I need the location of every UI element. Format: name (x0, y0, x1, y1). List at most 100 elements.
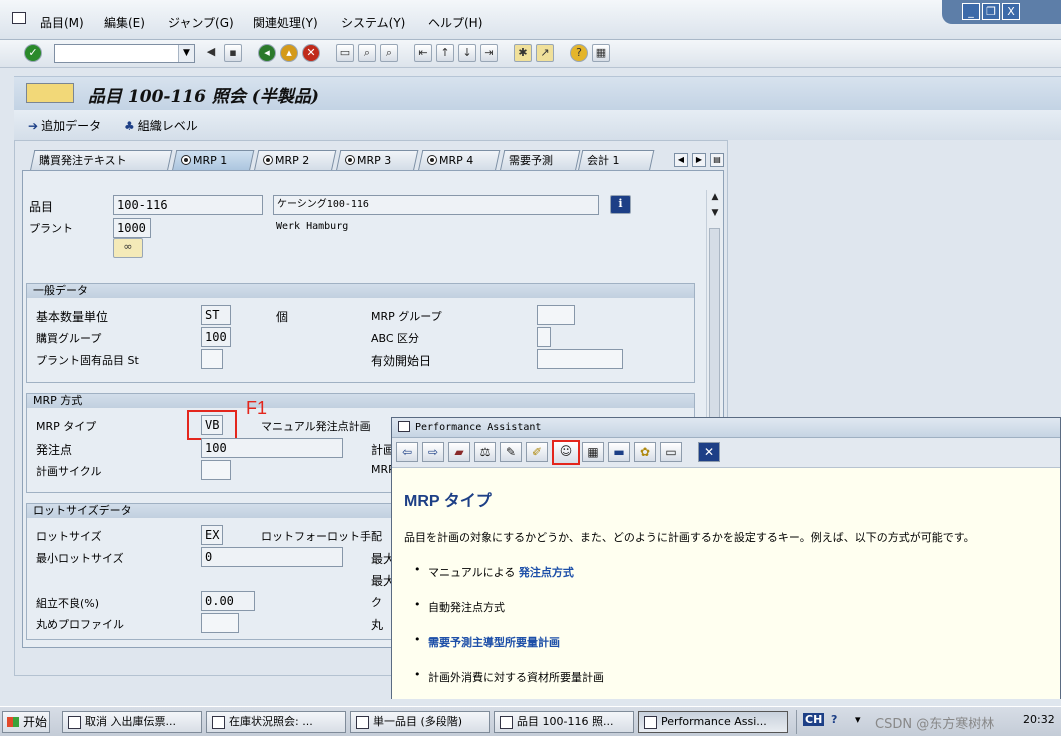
additional-data-button[interactable]: ➔ 追加データ (28, 117, 101, 134)
minimize-button[interactable]: _ (962, 3, 980, 20)
tab-label: MRP 1 (193, 154, 228, 167)
history-back-icon[interactable]: ◀ (202, 44, 220, 62)
user-help-icon[interactable]: ☺ (552, 440, 580, 465)
tab-label: MRP 2 (275, 154, 310, 167)
enter-icon[interactable]: ✓ (24, 44, 42, 62)
tab-mrp3[interactable]: MRP 3 (335, 150, 419, 172)
glasses-icon[interactable]: ∞ (113, 238, 143, 258)
cancel-icon[interactable]: ✕ (302, 44, 320, 62)
tab-list-icon[interactable]: ▤ (710, 153, 724, 167)
tab-mrp2[interactable]: MRP 2 (253, 150, 337, 172)
menu-edit[interactable]: 編集(E) (104, 14, 145, 31)
first-page-icon[interactable]: ⇤ (414, 44, 432, 62)
mrp-type-label: MRP タイプ (36, 420, 97, 433)
assembly-scrap-field[interactable]: 0.00 (201, 591, 255, 611)
arrow-right-icon: ➔ (28, 119, 39, 133)
next-page-icon[interactable]: ↓ (458, 44, 476, 62)
restore-button[interactable]: ❐ (982, 3, 1000, 20)
chevron-down-icon[interactable]: ▼ (178, 45, 194, 62)
forward-icon[interactable]: ⇨ (422, 442, 444, 462)
tab-scroll-right-icon[interactable]: ▶ (692, 153, 706, 167)
save-icon[interactable]: ▪ (224, 44, 242, 62)
edit-icon[interactable]: ✎ (500, 442, 522, 462)
prev-page-icon[interactable]: ↑ (436, 44, 454, 62)
print-icon[interactable]: ▭ (336, 44, 354, 62)
help-icon[interactable]: ? (570, 44, 588, 62)
menu-system[interactable]: システム(Y) (341, 14, 405, 31)
link-reorder-point[interactable]: 発注点方式 (519, 566, 574, 579)
highlight-box (187, 410, 237, 440)
tab-purchase-order-text[interactable]: 購買発注テキスト (29, 150, 173, 172)
shortcut-icon[interactable]: ↗ (536, 44, 554, 62)
language-indicator[interactable]: CH (803, 713, 825, 726)
comment-icon[interactable]: ▬ (608, 442, 630, 462)
find-next-icon[interactable]: ⌕ (380, 44, 398, 62)
task-single-material[interactable]: 単一品目 (多段階) (350, 711, 490, 733)
task-stock-overview[interactable]: 在庫状況照会: ... (206, 711, 346, 733)
tab-mrp4[interactable]: MRP 4 (417, 150, 501, 172)
min-lot-size-label: 最小ロットサイズ (36, 552, 124, 565)
menu-goto[interactable]: ジャンプ(G) (168, 14, 234, 31)
taskbar: 开始 取消 入出庫伝票... 在庫状況照会: ... 単一品目 (多段階) 品目… (0, 706, 1061, 736)
technical-info-icon[interactable]: ⚖ (474, 442, 496, 462)
base-uom-field[interactable]: ST (201, 305, 231, 325)
mrp-procedure-title: MRP 方式 (27, 394, 694, 408)
scroll-down-icon[interactable]: ▼ (707, 208, 723, 222)
purchasing-group-field[interactable]: 100 (201, 327, 231, 347)
tab-mrp1[interactable]: MRP 1 (171, 150, 255, 172)
exit-icon[interactable]: ▴ (280, 44, 298, 62)
tab-accounting1[interactable]: 会計 1 (577, 150, 655, 172)
tab-forecast[interactable]: 需要予測 (499, 150, 581, 172)
material-field[interactable]: 100-116 (113, 195, 263, 215)
page-title: 品目 100-116 照会 (半製品) (88, 87, 319, 107)
display-mode-icon[interactable] (26, 83, 74, 103)
print-icon[interactable]: ▭ (660, 442, 682, 462)
link-forecast-planning[interactable]: 需要予測主導型所要量計画 (428, 636, 560, 649)
valid-from-field[interactable] (537, 349, 623, 369)
scroll-up-icon[interactable]: ▲ (707, 192, 723, 206)
rounding-profile-field[interactable] (201, 613, 239, 633)
new-session-icon[interactable]: ✱ (514, 44, 532, 62)
task-cancel-goods-doc[interactable]: 取消 入出庫伝票... (62, 711, 202, 733)
org-levels-button[interactable]: ♣ 組織レベル (124, 117, 198, 134)
command-field[interactable]: ▼ (54, 44, 195, 63)
info-icon[interactable]: i (610, 195, 631, 214)
reorder-point-field[interactable]: 100 (201, 438, 343, 458)
abc-indicator-field[interactable] (537, 327, 551, 347)
marker-icon[interactable]: ✐ (526, 442, 548, 462)
menu-help[interactable]: ヘルプ(H) (428, 14, 482, 31)
material-description-field[interactable]: ケーシング100-116 (273, 195, 599, 215)
back-icon[interactable]: ◂ (258, 44, 276, 62)
lot-size-field[interactable]: EX (201, 525, 223, 545)
chevron-down-icon[interactable]: ▾ (855, 713, 861, 726)
settings-icon[interactable]: ✿ (634, 442, 656, 462)
system-menu-icon[interactable] (12, 12, 26, 24)
abc-indicator-label: ABC 区分 (371, 332, 420, 345)
pa-title-bar[interactable]: Performance Assistant (392, 418, 1060, 438)
task-performance-assistant[interactable]: Performance Assi... (638, 711, 788, 733)
mrp-group-field[interactable] (537, 305, 575, 325)
start-button[interactable]: 开始 (2, 711, 50, 733)
last-page-icon[interactable]: ⇥ (480, 44, 498, 62)
plant-field[interactable]: 1000 (113, 218, 151, 238)
customize-layout-icon[interactable]: ▦ (592, 44, 610, 62)
back-icon[interactable]: ⇦ (396, 442, 418, 462)
min-lot-size-field[interactable]: 0 (201, 547, 343, 567)
book-icon[interactable]: ▰ (448, 442, 470, 462)
base-uom-text: 個 (276, 310, 289, 324)
tab-label: 購買発注テキスト (39, 154, 127, 167)
find-icon[interactable]: ⌕ (358, 44, 376, 62)
table-icon[interactable]: ▦ (582, 442, 604, 462)
close-icon[interactable]: ✕ (698, 442, 720, 462)
menu-environment[interactable]: 関連処理(Y) (253, 14, 318, 31)
task-material-display[interactable]: 品目 100-116 照... (494, 711, 634, 733)
tab-scroll-left-icon[interactable]: ◀ (674, 153, 688, 167)
system-tray: CH ? ▾ CSDN @东方寒树林 20:32 (796, 710, 1061, 734)
plant-status-field[interactable] (201, 349, 223, 369)
pa-description: 品目を計画の対象にするかどうか、また、どのように計画するかを設定するキー。例えば… (404, 531, 975, 544)
pa-heading: MRP タイプ (404, 493, 492, 510)
menu-material[interactable]: 品目(M) (40, 14, 84, 31)
planning-cycle-field[interactable] (201, 460, 231, 480)
close-button[interactable]: X (1002, 3, 1020, 20)
help-icon[interactable]: ? (831, 713, 837, 726)
